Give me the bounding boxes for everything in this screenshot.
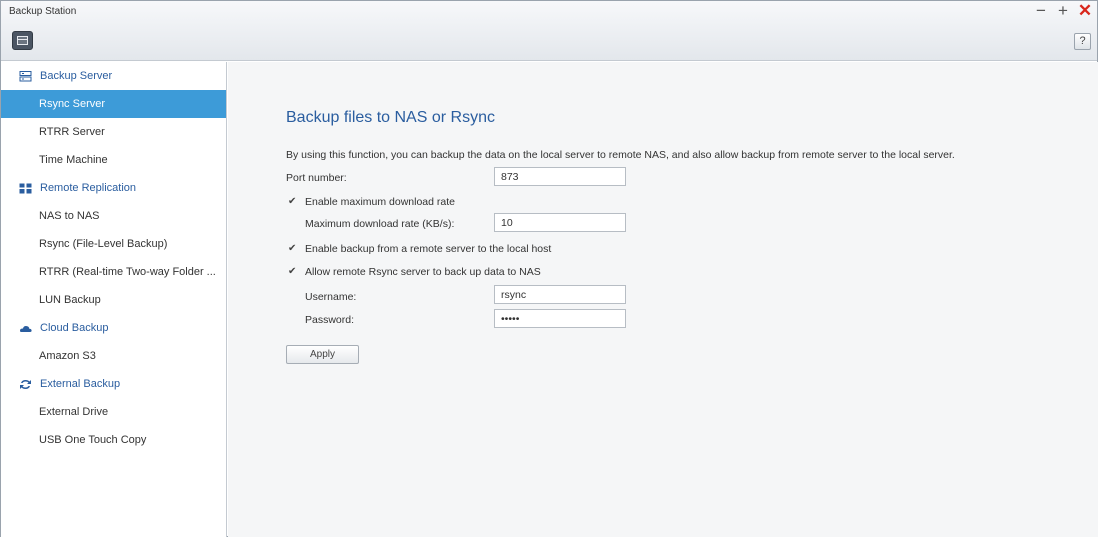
port-label: Port number: xyxy=(286,172,347,184)
allow-rsync-checkbox[interactable]: ✔ xyxy=(288,267,297,277)
menu-toggle-button[interactable] xyxy=(12,31,33,50)
enable-remote-backup-checkbox[interactable]: ✔ xyxy=(288,244,297,254)
minimize-button[interactable]: − xyxy=(1033,2,1049,19)
sidebar-item-rtrr-folder[interactable]: RTRR (Real-time Two-way Folder ... xyxy=(1,258,226,286)
server-icon xyxy=(19,70,32,82)
sidebar-group-cloud-backup[interactable]: Cloud Backup xyxy=(1,314,226,342)
panel-icon xyxy=(17,36,28,45)
sidebar-item-rtrr-server[interactable]: RTRR Server xyxy=(1,118,226,146)
window-controls: − + ✕ xyxy=(1033,2,1093,19)
sidebar-item-amazon-s3[interactable]: Amazon S3 xyxy=(1,342,226,370)
sidebar-group-remote-replication[interactable]: Remote Replication xyxy=(1,174,226,202)
enable-max-rate-label: Enable maximum download rate xyxy=(305,196,455,208)
sidebar-group-label: Cloud Backup xyxy=(40,322,109,334)
sync-arrows-icon xyxy=(19,379,32,390)
enable-max-rate-checkbox[interactable]: ✔ xyxy=(288,197,297,207)
page-title: Backup files to NAS or Rsync xyxy=(286,109,495,126)
main-content: Backup files to NAS or Rsync By using th… xyxy=(228,62,1098,537)
sidebar-group-label: Remote Replication xyxy=(40,182,136,194)
username-label: Username: xyxy=(305,291,357,303)
app-title: Backup Station xyxy=(9,6,77,17)
max-rate-input[interactable] xyxy=(494,213,626,232)
cloud-icon xyxy=(19,323,32,334)
maximize-button[interactable]: + xyxy=(1055,2,1071,19)
sidebar-group-label: Backup Server xyxy=(40,70,113,82)
sidebar-item-rsync-server[interactable]: Rsync Server xyxy=(1,90,226,118)
password-input[interactable] xyxy=(494,309,626,328)
username-input[interactable] xyxy=(494,285,626,304)
backup-station-window: Backup Station − + ✕ ? Backup Server Rsy… xyxy=(0,0,1098,537)
sidebar-group-external-backup[interactable]: External Backup xyxy=(1,370,226,398)
page-description: By using this function, you can backup t… xyxy=(286,149,955,161)
sidebar-item-usb-one-touch[interactable]: USB One Touch Copy xyxy=(1,426,226,454)
sidebar-group-label: External Backup xyxy=(40,378,121,390)
sidebar-item-nas-to-nas[interactable]: NAS to NAS xyxy=(1,202,226,230)
sidebar-item-lun-backup[interactable]: LUN Backup xyxy=(1,286,226,314)
enable-remote-backup-label: Enable backup from a remote server to th… xyxy=(305,243,552,255)
sidebar-item-time-machine[interactable]: Time Machine xyxy=(1,146,226,174)
password-label: Password: xyxy=(305,314,355,326)
help-button[interactable]: ? xyxy=(1074,33,1091,50)
sidebar-group-backup-server[interactable]: Backup Server xyxy=(1,62,226,90)
replication-icon xyxy=(19,183,32,194)
sidebar-item-rsync-file-level[interactable]: Rsync (File-Level Backup) xyxy=(1,230,226,258)
close-button[interactable]: ✕ xyxy=(1077,2,1093,19)
title-bar: Backup Station − + ✕ ? xyxy=(1,1,1097,61)
port-number-input[interactable] xyxy=(494,167,626,186)
max-rate-label: Maximum download rate (KB/s): xyxy=(305,218,455,230)
apply-button[interactable]: Apply xyxy=(286,345,359,364)
sidebar: Backup Server Rsync Server RTRR Server T… xyxy=(1,62,227,537)
sidebar-item-external-drive[interactable]: External Drive xyxy=(1,398,226,426)
allow-rsync-label: Allow remote Rsync server to back up dat… xyxy=(305,266,541,278)
